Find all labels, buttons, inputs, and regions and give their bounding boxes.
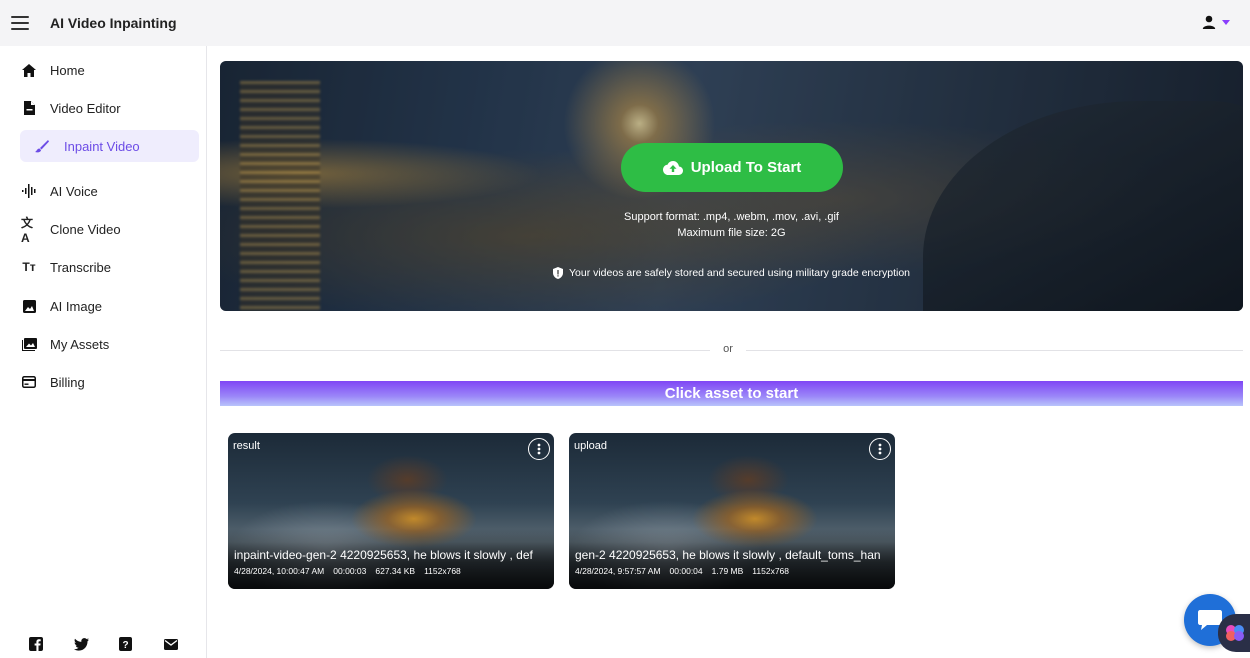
sidebar-item-ai-image[interactable]: AI Image	[0, 290, 207, 322]
brush-icon	[34, 138, 50, 154]
sidebar-item-transcribe[interactable]: Tт Transcribe	[0, 251, 207, 283]
sidebar-item-label: Clone Video	[50, 221, 121, 237]
asset-resolution: 1152x768	[752, 566, 790, 576]
sidebar-item-label: Video Editor	[50, 100, 121, 116]
asset-tag: upload	[574, 440, 608, 452]
asset-size: 627.34 KB	[375, 566, 416, 576]
user-menu-button[interactable]	[1202, 15, 1230, 29]
mail-icon[interactable]	[163, 636, 179, 652]
asset-card-result[interactable]: result inpaint-video-gen-2 4220925653, h…	[228, 433, 554, 589]
twitter-icon[interactable]	[73, 636, 89, 652]
asset-duration: 00:00:03	[333, 566, 367, 576]
sidebar-item-my-assets[interactable]: My Assets	[0, 328, 207, 360]
translate-icon: 文A	[21, 215, 34, 245]
sidebar-item-label: Inpaint Video	[64, 138, 140, 154]
asset-name: gen-2 4220925653, he blows it slowly , d…	[575, 548, 881, 562]
max-file-size-text: Maximum file size: 2G	[677, 227, 786, 239]
sidebar-item-ai-voice[interactable]: AI Voice	[0, 175, 207, 207]
sidebar-item-label: AI Image	[50, 298, 103, 314]
facebook-icon[interactable]	[28, 636, 44, 652]
menu-icon[interactable]	[11, 16, 29, 30]
security-note: Your videos are safely stored and secure…	[220, 267, 1243, 279]
asset-meta: 4/28/2024, 9:57:57 AM 00:00:04 1.79 MB 1152…	[575, 566, 798, 576]
sidebar-item-inpaint-video[interactable]: Inpaint Video	[20, 130, 199, 162]
sidebar-item-label: Home	[50, 62, 85, 78]
or-text: or	[723, 343, 733, 355]
sidebar-item-label: AI Voice	[50, 183, 98, 199]
help-icon[interactable]: ?	[118, 636, 134, 652]
upload-to-start-button[interactable]: Upload To Start	[621, 143, 843, 192]
or-divider: or	[220, 342, 1243, 358]
asset-resolution: 1152x768	[424, 566, 461, 576]
asset-date: 4/28/2024, 10:00:47 AM	[234, 566, 325, 576]
sidebar-item-label: Transcribe	[50, 259, 111, 275]
more-options-icon[interactable]	[869, 438, 891, 460]
cloud-upload-icon	[662, 160, 683, 175]
sidebar-item-home[interactable]: Home	[0, 54, 207, 86]
sidebar-item-billing[interactable]: Billing	[0, 366, 207, 398]
sidebar-item-label: My Assets	[50, 336, 110, 352]
support-info: Support format: .mp4, .webm, .mov, .avi,…	[220, 209, 1243, 241]
image-icon	[21, 298, 37, 314]
app-title: AI Video Inpainting	[50, 15, 177, 31]
ai-assistant-button[interactable]	[1218, 614, 1250, 652]
asset-tag: result	[233, 440, 260, 452]
upload-hero: Upload To Start Support format: .mp4, .w…	[220, 61, 1243, 311]
asset-meta: 4/28/2024, 10:00:47 AM 00:00:03 627.34 KB 1…	[234, 566, 470, 576]
credit-card-icon	[21, 374, 37, 390]
sidebar-item-clone-video[interactable]: 文A Clone Video	[0, 213, 207, 245]
sidebar-item-video-editor[interactable]: Video Editor	[0, 92, 207, 124]
chevron-down-icon	[1222, 19, 1230, 25]
asset-card-upload[interactable]: upload gen-2 4220925653, he blows it slo…	[569, 433, 895, 589]
user-icon	[1202, 15, 1216, 29]
brain-icon	[1226, 625, 1244, 641]
security-note-text: Your videos are safely stored and secure…	[568, 267, 911, 279]
file-icon	[21, 100, 37, 116]
sidebar-item-label: Billing	[50, 374, 85, 390]
svg-text:?: ?	[123, 640, 129, 651]
text-size-icon: Tт	[22, 260, 36, 274]
asset-size: 1.79 MB	[711, 566, 744, 576]
sidebar: Home Video Editor Inpaint Video AI Voice…	[0, 46, 207, 658]
photo-library-icon	[21, 336, 37, 352]
waveform-icon	[21, 183, 37, 199]
asset-duration: 00:00:04	[669, 566, 703, 576]
asset-name: inpaint-video-gen-2 4220925653, he blows…	[234, 548, 533, 562]
click-asset-banner: Click asset to start	[220, 381, 1243, 406]
more-options-icon[interactable]	[528, 438, 550, 460]
top-bar: AI Video Inpainting	[0, 0, 1250, 46]
shield-icon	[552, 267, 563, 279]
home-icon	[21, 62, 37, 78]
support-format-text: Support format: .mp4, .webm, .mov, .avi,…	[624, 211, 839, 223]
upload-button-label: Upload To Start	[690, 159, 802, 176]
social-links: ?	[0, 636, 207, 652]
asset-date: 4/28/2024, 9:57:57 AM	[575, 566, 661, 576]
